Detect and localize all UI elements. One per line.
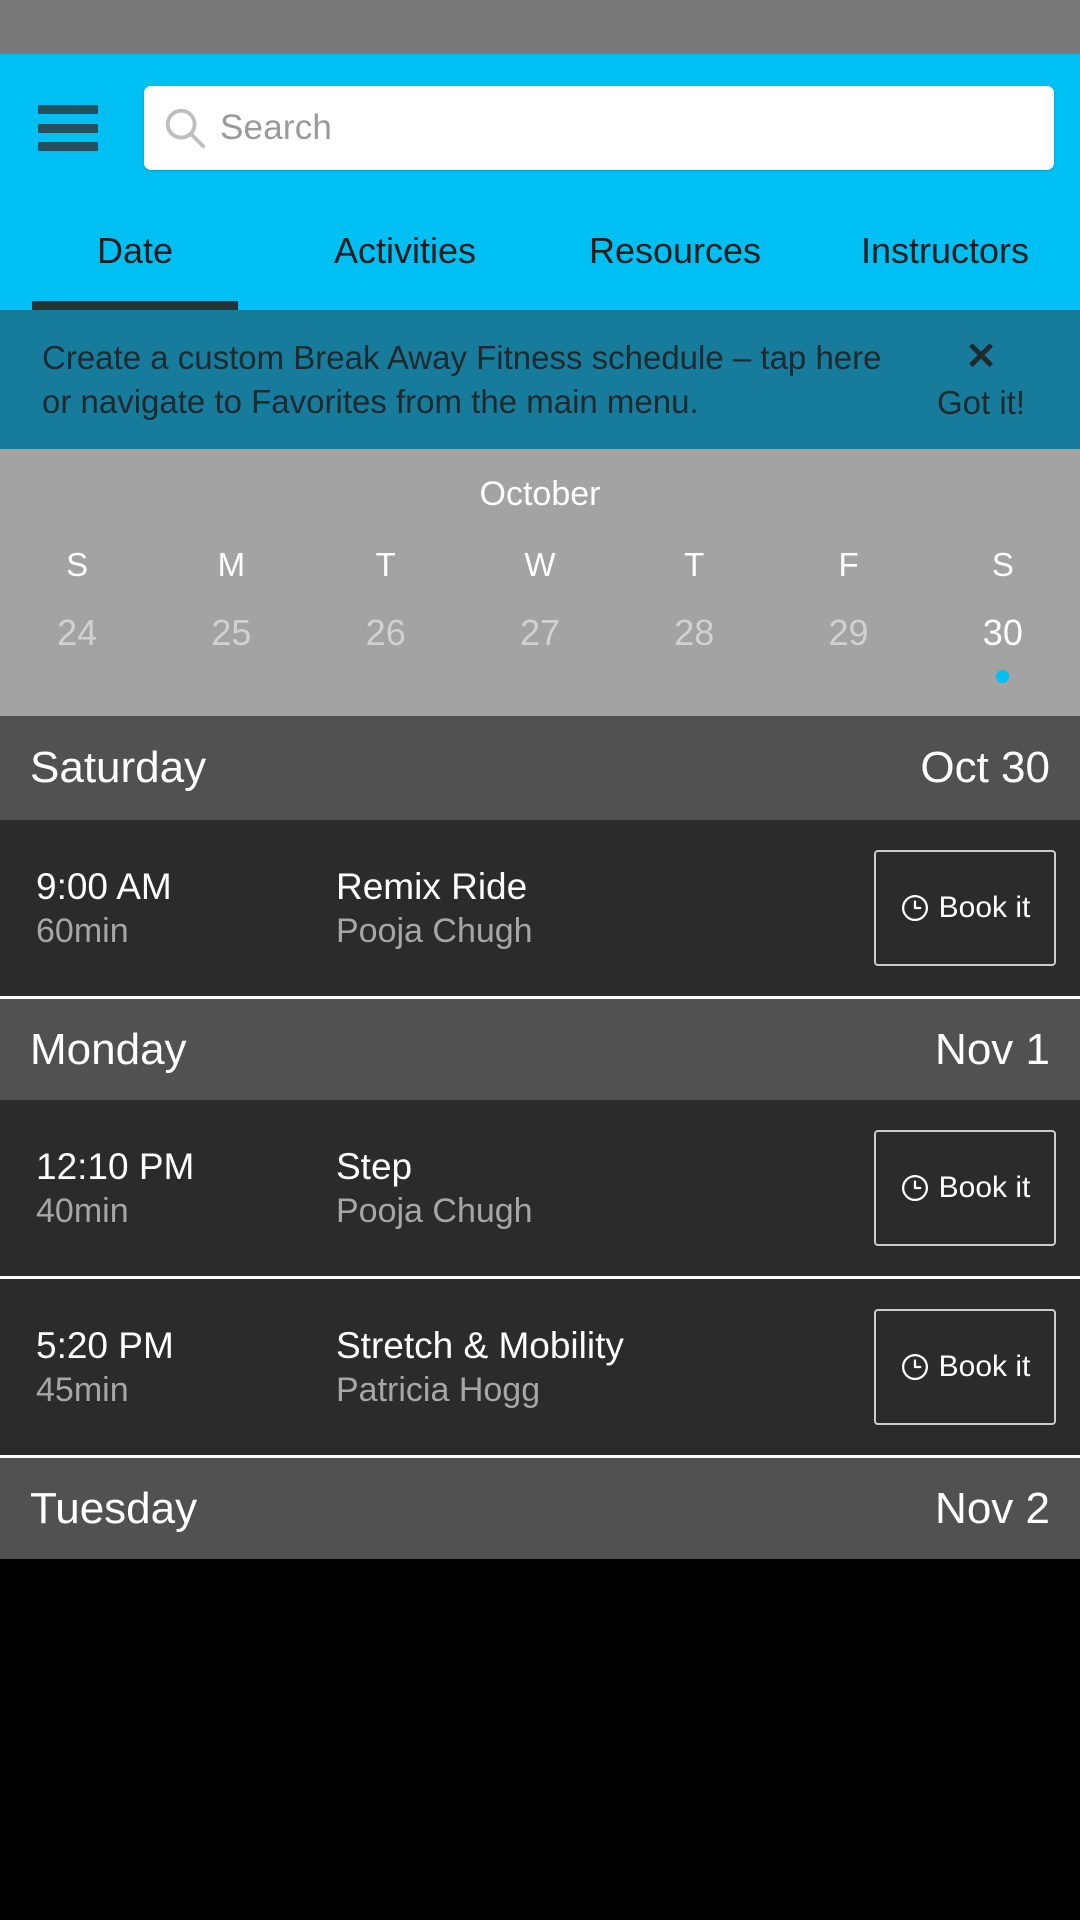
class-duration: 60min [36,912,129,951]
event-dot [379,670,392,683]
calendar-strip: October S M T W T F S 24 25 26 27 28 29 … [0,449,1080,717]
class-name: Stretch & Mobility [336,1324,624,1366]
calendar-dow-0: S [66,546,89,584]
class-instructor: Pooja Chugh [336,912,533,951]
event-dot [842,670,855,683]
calendar-dot-cell-2 [309,670,463,683]
calendar-date-24[interactable]: 24 [0,612,154,654]
hamburger-bar-1 [38,105,98,114]
calendar-date-29[interactable]: 29 [771,612,925,654]
class-duration: 45min [36,1371,129,1410]
event-dot-selected [996,670,1010,684]
close-x-icon[interactable]: ✕ [965,338,997,376]
class-time: 12:10 PM [36,1145,195,1187]
day-header-tuesday: Tuesday Nov 2 [0,1455,1080,1560]
calendar-event-dots-row [0,654,1080,694]
day-header-monday: Monday Nov 1 [0,996,1080,1101]
calendar-dow-2: T [375,546,396,584]
class-time-block: 9:00 AM 60min [36,863,336,954]
calendar-date-28[interactable]: 28 [617,612,771,654]
class-time-block: 12:10 PM 40min [36,1143,336,1234]
day-date: Nov 1 [935,1024,1050,1074]
calendar-dot-cell-3 [463,670,617,683]
app-bar: Search Date Activities Resources Instruc… [0,54,1080,310]
tab-instructors-label: Instructors [860,230,1030,271]
calendar-dow-1: M [217,546,246,584]
calendar-dow-5: F [838,546,859,584]
class-info-block: Stretch & Mobility Patricia Hogg [336,1322,874,1413]
event-dot [688,670,701,683]
class-row[interactable]: 5:20 PM 45min Stretch & Mobility Patrici… [0,1276,1080,1456]
calendar-date-27[interactable]: 27 [463,612,617,654]
class-time: 5:20 PM [36,1324,174,1366]
class-row[interactable]: 12:10 PM 40min Step Pooja Chugh Book it [0,1100,1080,1277]
book-it-label: Book it [938,1171,1031,1205]
calendar-dow-6: S [991,546,1014,584]
app-bar-top-row: Search [0,64,1080,192]
calendar-dot-cell-0 [0,670,154,683]
tab-date[interactable]: Date [0,192,270,310]
calendar-date-30[interactable]: 30 [926,612,1080,654]
class-name: Remix Ride [336,865,528,907]
search-icon [165,108,206,149]
calendar-date-25[interactable]: 25 [154,612,308,654]
tip-banner[interactable]: Create a custom Break Away Fitness sched… [0,310,1080,450]
day-date: Oct 30 [920,743,1050,793]
clock-icon [901,895,928,922]
hamburger-bar-2 [38,123,98,133]
event-dot [533,670,546,683]
clock-icon [901,1175,928,1202]
hamburger-bar-3 [38,142,98,151]
class-name: Step [336,1145,413,1187]
day-name: Monday [30,1024,187,1074]
calendar-dot-cell-4 [617,670,771,683]
calendar-dow-4: T [684,546,705,584]
calendar-dot-cell-5 [771,670,925,683]
book-it-button[interactable]: Book it [874,1130,1056,1247]
tab-activities[interactable]: Activities [270,192,540,310]
status-bar [0,0,1080,54]
calendar-month-label: October [479,475,601,514]
tab-instructors[interactable]: Instructors [810,192,1080,310]
tab-resources[interactable]: Resources [540,192,810,310]
class-time-block: 5:20 PM 45min [36,1322,336,1413]
class-info-block: Remix Ride Pooja Chugh [336,863,874,954]
hamburger-menu-icon[interactable] [38,105,98,151]
day-date: Nov 2 [935,1483,1050,1533]
class-duration: 40min [36,1192,129,1231]
search-input[interactable]: Search [144,86,1054,170]
clock-icon [901,1354,928,1381]
calendar-day-initials-row: S M T W T F S [0,546,1080,612]
tab-resources-label: Resources [588,230,762,271]
calendar-dot-cell-6 [926,670,1080,684]
schedule-list: Saturday Oct 30 9:00 AM 60min Remix Ride… [0,716,1080,1560]
tip-banner-dismiss-label: Got it! [936,383,1026,421]
calendar-dates-row: 24 25 26 27 28 29 30 [0,612,1080,654]
tip-banner-message: Create a custom Break Away Fitness sched… [42,339,882,420]
tab-activities-label: Activities [333,230,477,271]
event-dot [225,670,238,683]
tab-bar: Date Activities Resources Instructors [0,192,1080,310]
class-info-block: Step Pooja Chugh [336,1143,874,1234]
tip-banner-dismiss-button[interactable]: ✕ Got it! [906,338,1056,422]
event-dot [71,670,84,683]
class-instructor: Pooja Chugh [336,1192,533,1231]
book-it-button[interactable]: Book it [874,850,1056,967]
book-it-label: Book it [938,1350,1031,1384]
class-time: 9:00 AM [36,865,172,907]
class-instructor: Patricia Hogg [336,1371,541,1410]
day-name: Tuesday [30,1483,198,1533]
day-header-saturday: Saturday Oct 30 [0,716,1080,821]
search-placeholder: Search [220,108,333,147]
calendar-date-26[interactable]: 26 [309,612,463,654]
calendar-dot-cell-1 [154,670,308,683]
book-it-label: Book it [938,891,1031,925]
class-row[interactable]: 9:00 AM 60min Remix Ride Pooja Chugh Boo… [0,820,1080,997]
tab-date-label: Date [96,230,174,271]
book-it-button[interactable]: Book it [874,1309,1056,1426]
day-name: Saturday [30,743,207,793]
calendar-dow-3: W [524,546,556,584]
